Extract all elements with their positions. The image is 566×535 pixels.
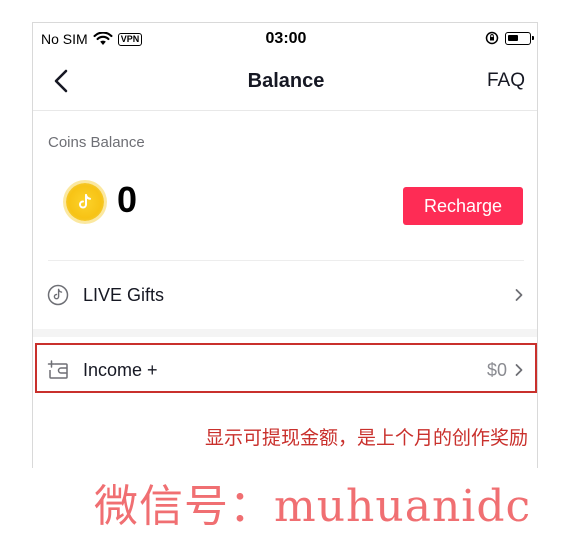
status-right [485, 31, 534, 45]
live-gifts-label: LIVE Gifts [83, 285, 165, 305]
recharge-button[interactable]: Recharge [403, 187, 523, 225]
divider [48, 260, 524, 261]
income-label: Income + [83, 360, 158, 380]
live-gifts-icon [47, 284, 69, 306]
annotation-text: 显示可提现金额，是上个月的创作奖励 [205, 427, 529, 449]
coins-balance-label: Coins Balance [48, 134, 145, 151]
watermark-text: 微信号：muhuanidc [94, 481, 532, 532]
tiktok-note-icon [79, 194, 91, 209]
status-bar: No SIM VPN 03:00 [33, 23, 537, 53]
live-gifts-row[interactable]: LIVE Gifts [33, 268, 537, 322]
wallet-plus-icon [47, 360, 68, 379]
income-value: $0 [486, 360, 507, 380]
chevron-right-icon [515, 289, 523, 301]
income-row[interactable]: Income + $0 [33, 343, 537, 397]
chevron-right-icon [515, 364, 523, 376]
battery-icon [505, 31, 534, 45]
coin-icon [66, 183, 104, 221]
section-divider [33, 329, 537, 337]
orientation-lock-icon [485, 31, 499, 45]
coins-balance-value: 0 [117, 179, 138, 220]
faq-link[interactable]: FAQ [487, 70, 525, 92]
status-time: 03:00 [265, 30, 307, 47]
phone-screen: No SIM VPN 03:00 Balance FAQ Coins Balan… [32, 22, 538, 468]
page-title: Balance [247, 70, 325, 92]
nav-bar: Balance FAQ [33, 53, 537, 111]
